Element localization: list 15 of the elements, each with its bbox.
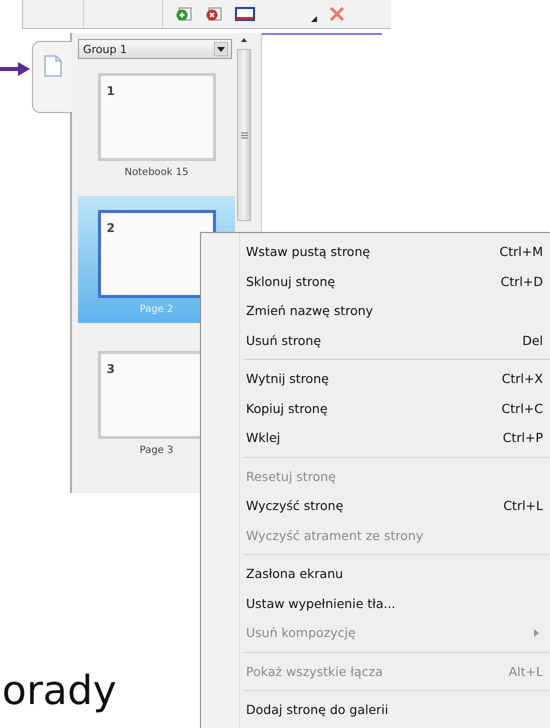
shortcut-text: Ctrl+D <box>500 274 543 289</box>
shortcut-text: Del <box>521 332 543 348</box>
shortcut-text: Alt+L <box>508 664 543 679</box>
shortcut-text: Ctrl+C <box>500 400 543 416</box>
shortcut-text: Ctrl+P <box>502 430 543 446</box>
page-number: 3 <box>106 362 115 376</box>
caption-text: orady <box>2 668 116 714</box>
page-name: Notebook 15 <box>124 167 188 178</box>
shortcut-text: Ctrl+X <box>500 371 543 386</box>
shortcut-text: Ctrl+L <box>502 498 543 514</box>
page-number: 1 <box>106 84 115 98</box>
page-name: Page 3 <box>140 445 174 456</box>
page-number: 2 <box>106 221 115 235</box>
shortcut-text: Ctrl+M <box>498 244 543 260</box>
page-name: Page 2 <box>140 304 174 315</box>
